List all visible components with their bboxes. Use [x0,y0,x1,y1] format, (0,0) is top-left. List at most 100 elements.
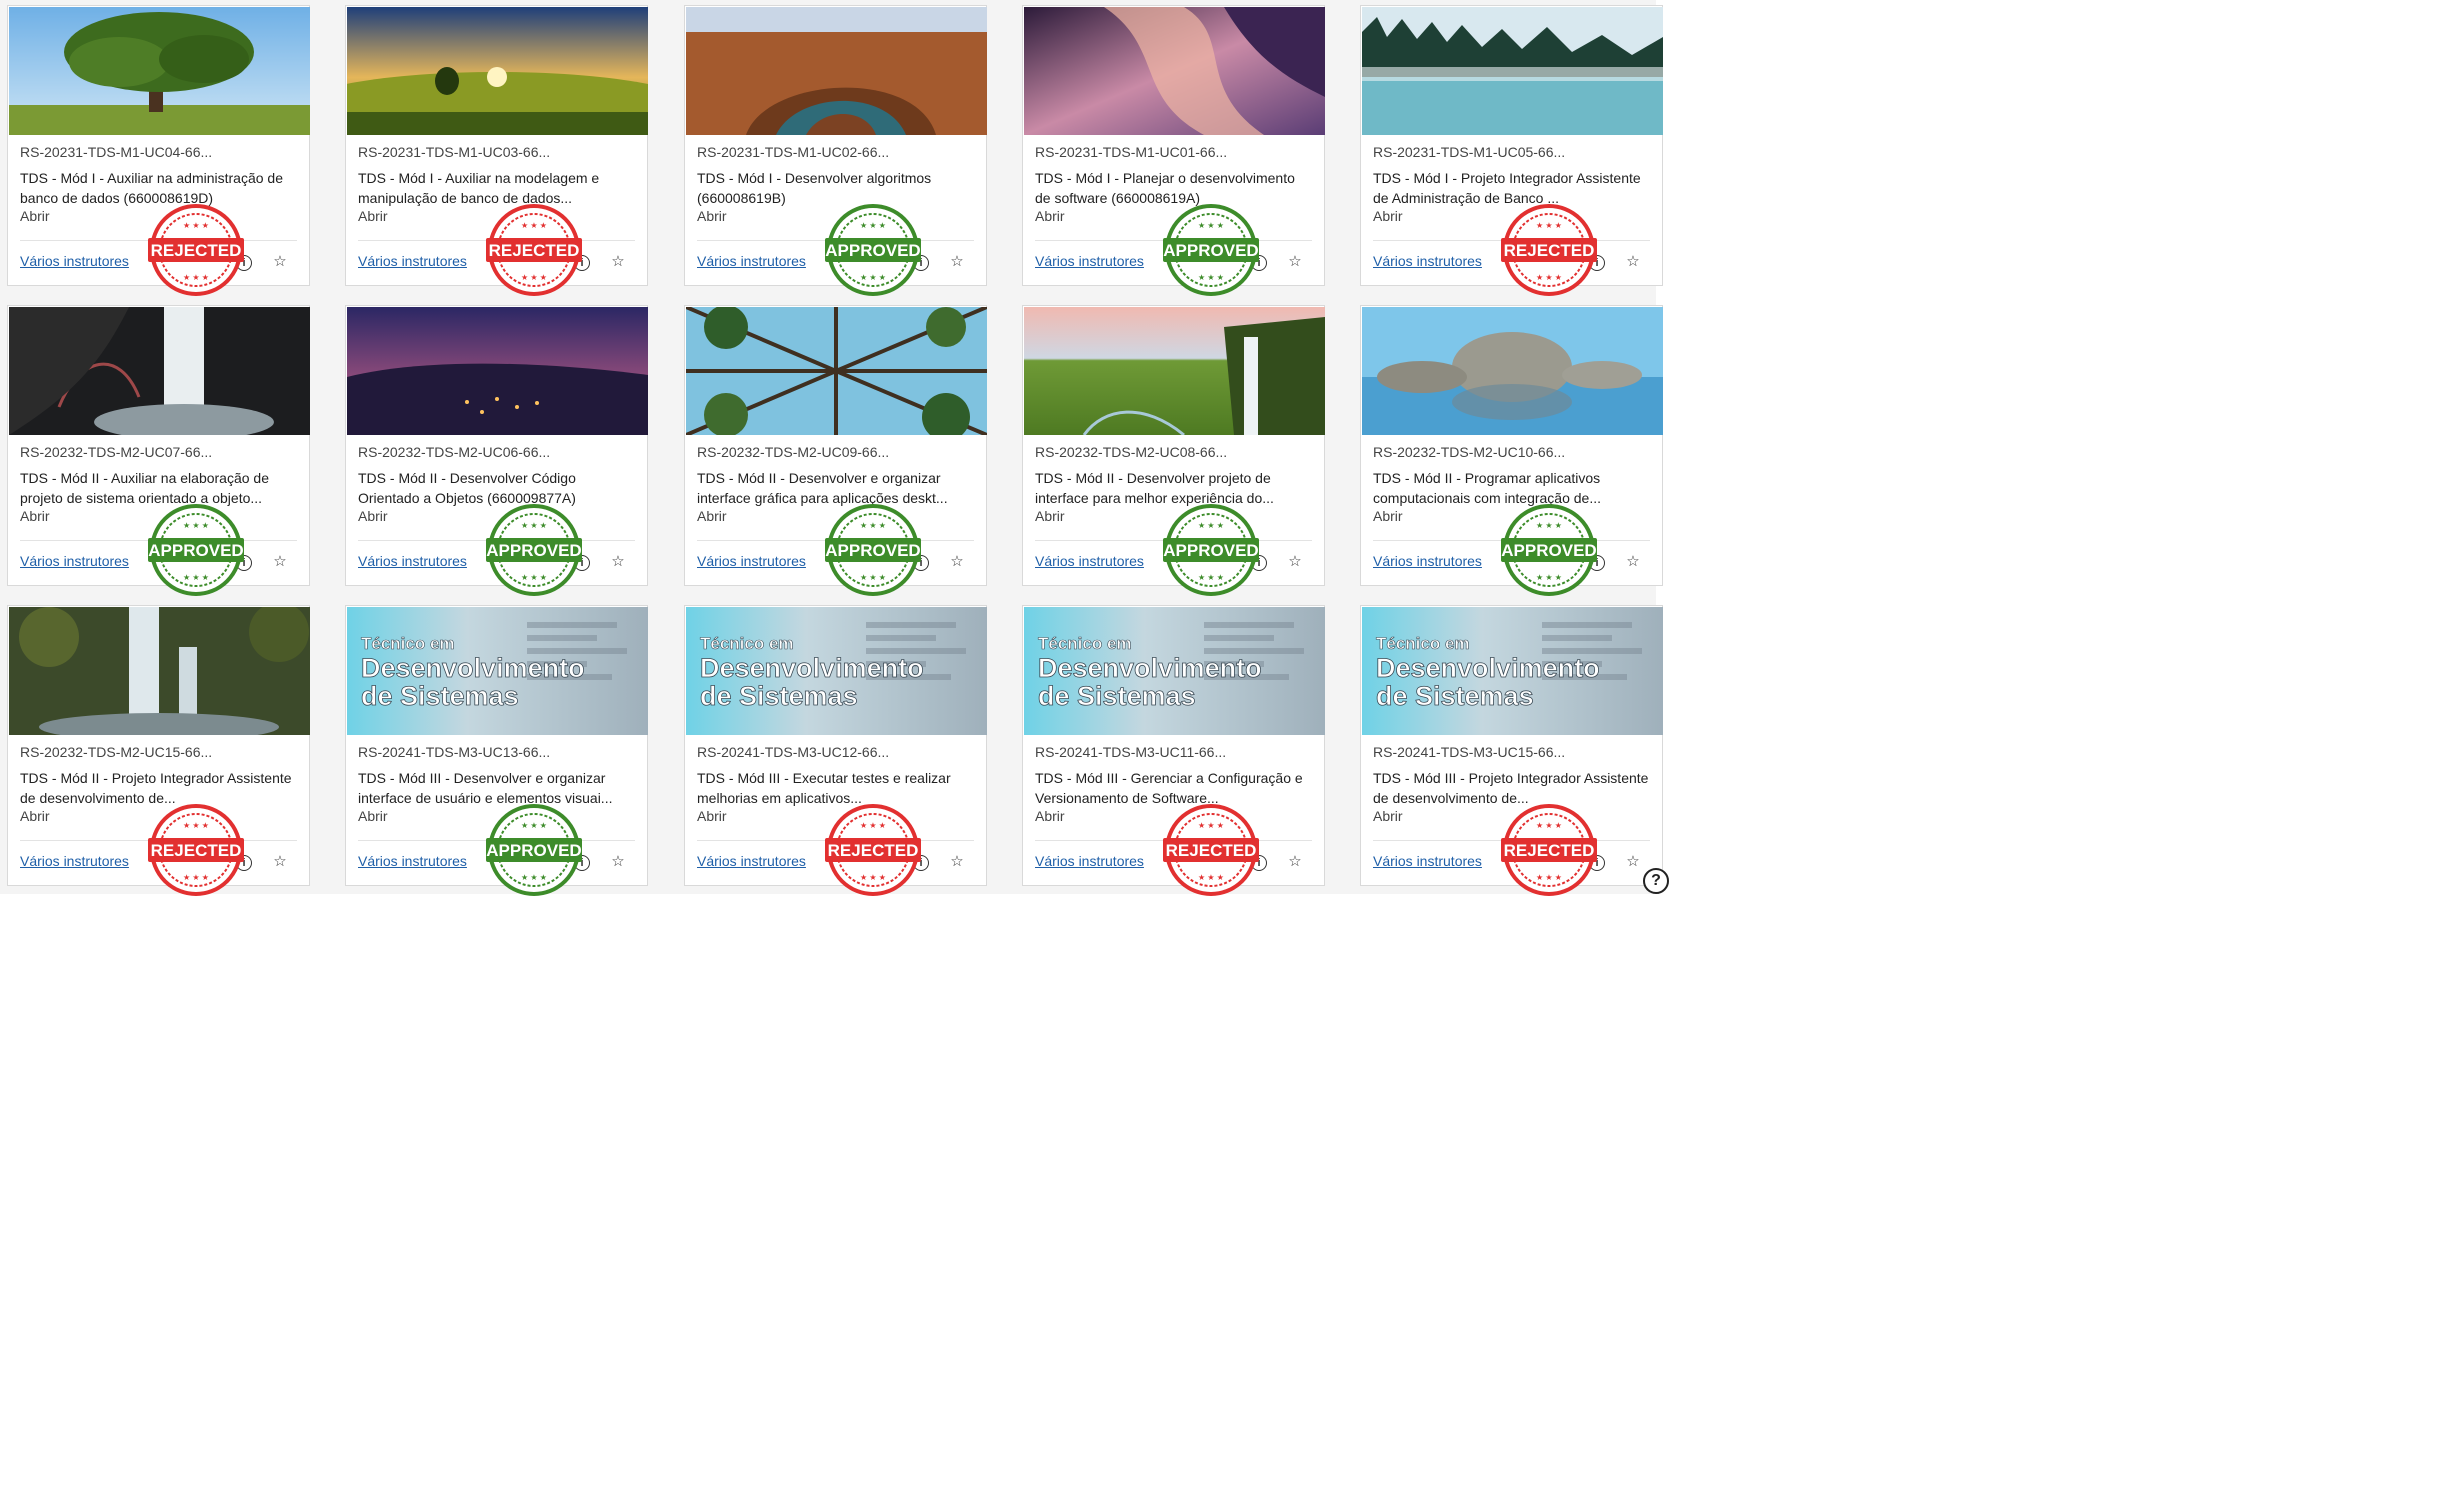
star-icon[interactable]: ☆ [271,553,289,571]
instructors-link[interactable]: Vários instrutores [1035,853,1144,869]
course-card[interactable]: RS-20231-TDS-M1-UC05-66... TDS - Mód I -… [1360,5,1663,296]
svg-text:APPROVED: APPROVED [1163,541,1258,560]
star-icon[interactable]: ☆ [1624,253,1642,271]
course-code: RS-20232-TDS-M2-UC08-66... [1035,444,1228,460]
course-thumbnail[interactable] [9,7,310,135]
instructors-link[interactable]: Vários instrutores [358,553,467,569]
instructors-link[interactable]: Vários instrutores [20,553,129,569]
star-icon[interactable]: ☆ [1624,853,1642,871]
svg-text:REJECTED: REJECTED [151,241,242,260]
course-card[interactable]: Técnico em Desenvolvimento de Sistemas R… [684,605,987,896]
status-stamp: APPROVED ★ ★ ★ ★ ★ ★ [1161,204,1261,296]
course-title[interactable]: TDS - Mód III - Executar testes e realiz… [697,768,976,808]
course-title[interactable]: TDS - Mód II - Desenvolver e organizar i… [697,468,976,508]
rejected-stamp-icon: REJECTED ★ ★ ★ ★ ★ ★ [825,804,921,896]
star-icon[interactable]: ☆ [609,853,627,871]
svg-text:★ ★ ★: ★ ★ ★ [183,873,209,882]
course-title[interactable]: TDS - Mód II - Desenvolver Código Orient… [358,468,637,508]
course-code: RS-20241-TDS-M3-UC15-66... [1373,744,1566,760]
course-thumbnail[interactable] [1362,307,1663,435]
course-thumbnail[interactable] [9,307,310,435]
course-card[interactable]: Técnico em Desenvolvimento de Sistemas R… [345,605,648,896]
star-icon[interactable]: ☆ [1286,853,1304,871]
star-icon[interactable]: ☆ [948,853,966,871]
instructors-link[interactable]: Vários instrutores [20,253,129,269]
instructors-link[interactable]: Vários instrutores [697,553,806,569]
course-grid-page: RS-20231-TDS-M1-UC04-66... TDS - Mód I -… [0,0,1669,896]
course-thumbnail[interactable] [686,307,987,435]
course-title[interactable]: TDS - Mód I - Planejar o desenvolvimento… [1035,168,1314,208]
course-title[interactable]: TDS - Mód III - Gerenciar a Configuração… [1035,768,1314,808]
course-title[interactable]: TDS - Mód I - Auxiliar na modelagem e ma… [358,168,637,208]
instructors-link[interactable]: Vários instrutores [697,253,806,269]
course-card[interactable]: RS-20232-TDS-M2-UC07-66... TDS - Mód II … [7,305,310,596]
instructors-link[interactable]: Vários instrutores [358,853,467,869]
svg-text:★ ★ ★: ★ ★ ★ [521,873,547,882]
course-thumbnail[interactable] [1024,307,1325,435]
course-thumbnail[interactable]: Técnico em Desenvolvimento de Sistemas [1024,607,1325,735]
course-card[interactable]: RS-20232-TDS-M2-UC06-66... TDS - Mód II … [345,305,648,596]
course-thumbnail[interactable] [686,7,987,135]
instructors-link[interactable]: Vários instrutores [20,853,129,869]
instructors-link[interactable]: Vários instrutores [358,253,467,269]
course-thumbnail[interactable]: Técnico em Desenvolvimento de Sistemas [686,607,987,735]
course-card[interactable]: RS-20231-TDS-M1-UC03-66... TDS - Mód I -… [345,5,648,296]
svg-text:★ ★ ★: ★ ★ ★ [183,273,209,282]
course-thumbnail[interactable] [1024,7,1325,135]
course-card[interactable]: Técnico em Desenvolvimento de Sistemas R… [1022,605,1325,896]
banner-line-3: de Sistemas [1038,681,1196,711]
star-icon[interactable]: ☆ [948,553,966,571]
course-card[interactable]: RS-20232-TDS-M2-UC09-66... TDS - Mód II … [684,305,987,596]
course-thumbnail[interactable] [347,307,648,435]
course-title[interactable]: TDS - Mód III - Projeto Integrador Assis… [1373,768,1652,808]
svg-text:★ ★ ★: ★ ★ ★ [1198,873,1224,882]
course-thumbnail[interactable] [347,7,648,135]
course-card[interactable]: RS-20232-TDS-M2-UC08-66... TDS - Mód II … [1022,305,1325,596]
course-title[interactable]: TDS - Mód I - Auxiliar na administração … [20,168,299,208]
rocks-lake-image [1362,307,1663,435]
star-icon[interactable]: ☆ [609,253,627,271]
forest-canopy-image [686,307,987,435]
course-thumbnail[interactable] [1362,7,1663,135]
instructors-link[interactable]: Vários instrutores [697,853,806,869]
instructors-link[interactable]: Vários instrutores [1035,253,1144,269]
svg-text:REJECTED: REJECTED [151,841,242,860]
course-thumbnail[interactable]: Técnico em Desenvolvimento de Sistemas [347,607,648,735]
star-icon[interactable]: ☆ [948,253,966,271]
star-icon[interactable]: ☆ [1286,553,1304,571]
course-title[interactable]: TDS - Mód II - Programar aplicativos com… [1373,468,1652,508]
course-title[interactable]: TDS - Mód III - Desenvolver e organizar … [358,768,637,808]
svg-text:APPROVED: APPROVED [1163,241,1258,260]
course-card[interactable]: RS-20231-TDS-M1-UC04-66... TDS - Mód I -… [7,5,310,296]
course-thumbnail[interactable] [9,607,310,735]
course-title[interactable]: TDS - Mód II - Auxiliar na elaboração de… [20,468,299,508]
status-stamp: APPROVED ★ ★ ★ ★ ★ ★ [823,204,923,296]
course-code: RS-20241-TDS-M3-UC11-66... [1035,744,1227,760]
course-card[interactable]: Técnico em Desenvolvimento de Sistemas R… [1360,605,1663,896]
course-title[interactable]: TDS - Mód II - Projeto Integrador Assist… [20,768,299,808]
course-title[interactable]: TDS - Mód I - Projeto Integrador Assiste… [1373,168,1652,208]
instructors-link[interactable]: Vários instrutores [1373,853,1482,869]
star-icon[interactable]: ☆ [1624,553,1642,571]
star-icon[interactable]: ☆ [609,553,627,571]
course-card[interactable]: RS-20232-TDS-M2-UC10-66... TDS - Mód II … [1360,305,1663,596]
svg-text:★ ★ ★: ★ ★ ★ [1198,573,1224,582]
course-card[interactable]: RS-20231-TDS-M1-UC02-66... TDS - Mód I -… [684,5,987,296]
help-icon[interactable]: ? [1643,868,1669,894]
course-thumbnail[interactable]: Técnico em Desenvolvimento de Sistemas [1362,607,1663,735]
instructors-link[interactable]: Vários instrutores [1373,553,1482,569]
status-stamp: APPROVED ★ ★ ★ ★ ★ ★ [484,804,584,896]
star-icon[interactable]: ☆ [271,253,289,271]
tree-image [9,7,310,135]
approved-stamp-icon: APPROVED ★ ★ ★ ★ ★ ★ [825,204,921,296]
course-card[interactable]: RS-20231-TDS-M1-UC01-66... TDS - Mód I -… [1022,5,1325,296]
instructors-link[interactable]: Vários instrutores [1373,253,1482,269]
course-title[interactable]: TDS - Mód I - Desenvolver algoritmos (66… [697,168,976,208]
svg-text:★ ★ ★: ★ ★ ★ [521,221,547,230]
instructors-link[interactable]: Vários instrutores [1035,553,1144,569]
course-title[interactable]: TDS - Mód II - Desenvolver projeto de in… [1035,468,1314,508]
star-icon[interactable]: ☆ [1286,253,1304,271]
banner-line-3: de Sistemas [1376,681,1534,711]
course-card[interactable]: RS-20232-TDS-M2-UC15-66... TDS - Mód II … [7,605,310,896]
star-icon[interactable]: ☆ [271,853,289,871]
